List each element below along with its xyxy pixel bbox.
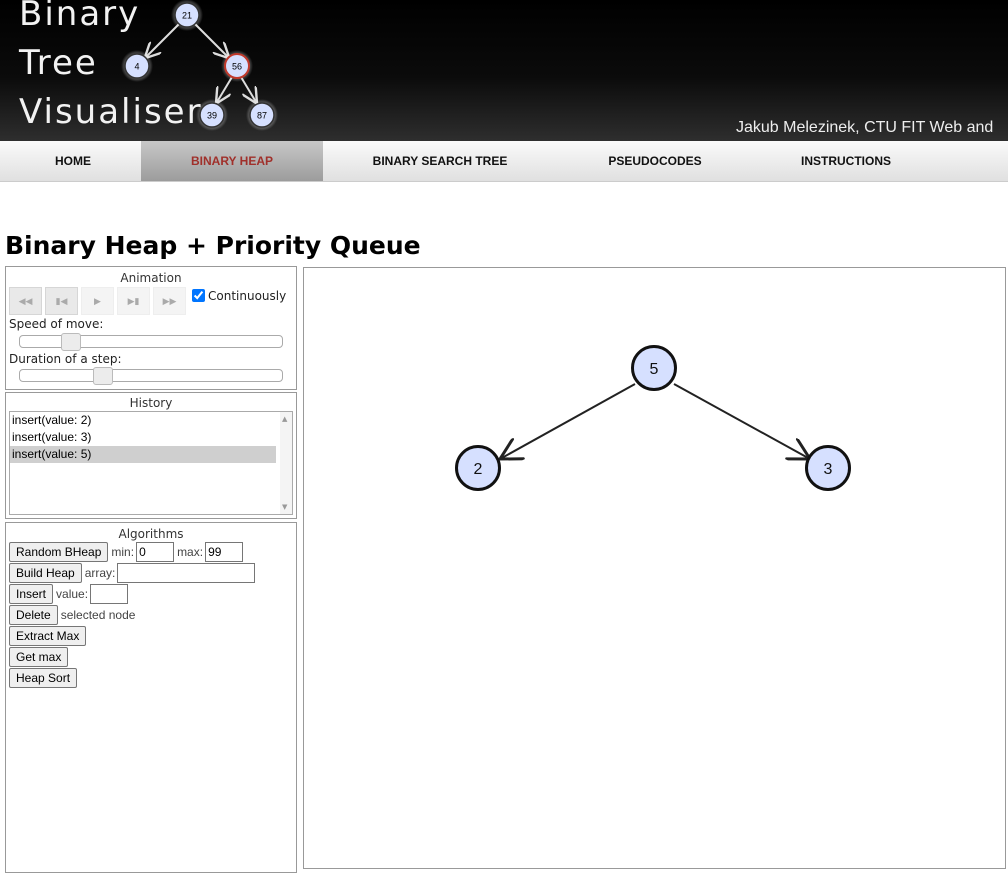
duration-slider[interactable] bbox=[19, 367, 283, 385]
logo-node-label: 87 bbox=[257, 111, 267, 121]
nav-binary-heap[interactable]: BINARY HEAP bbox=[141, 141, 323, 181]
insert-row: Insert value: bbox=[9, 584, 129, 604]
duration-label: Duration of a step: bbox=[9, 352, 122, 366]
fast-forward-icon: ▶▶ bbox=[162, 297, 177, 307]
insert-button[interactable]: Insert bbox=[9, 584, 54, 604]
max-input[interactable] bbox=[205, 542, 244, 562]
min-label: min: bbox=[111, 545, 135, 559]
extract-row: Extract Max bbox=[9, 626, 87, 646]
edge-root-left bbox=[500, 383, 636, 459]
step-forward-button[interactable]: ▶▮ bbox=[117, 287, 150, 315]
page-title: Binary Heap + Priority Queue bbox=[5, 231, 421, 260]
main-nav: HOME BINARY HEAP BINARY SEARCH TREE PSEU… bbox=[0, 141, 1008, 182]
heap-node-label: 5 bbox=[650, 361, 659, 378]
site-header: Binary Tree Visualiser 21 4 56 39 87 Jak… bbox=[0, 0, 1008, 141]
logo-node-label: 4 bbox=[134, 62, 139, 72]
delete-button[interactable]: Delete bbox=[9, 605, 58, 625]
rewind-icon: ◀◀ bbox=[18, 297, 33, 307]
history-item[interactable]: insert(value: 3) bbox=[10, 429, 276, 446]
step-back-icon: ▮◀ bbox=[55, 297, 68, 307]
nav-home[interactable]: HOME bbox=[0, 141, 146, 181]
speed-label: Speed of move: bbox=[9, 317, 104, 331]
build-row: Build Heap array: bbox=[9, 563, 256, 583]
fast-forward-button[interactable]: ▶▶ bbox=[153, 287, 186, 315]
logo-node-label: 21 bbox=[182, 11, 192, 21]
animation-title: Animation bbox=[120, 271, 182, 285]
duration-slider-thumb[interactable] bbox=[93, 367, 113, 385]
getmax-row: Get max bbox=[9, 647, 69, 667]
delete-row: Delete selected node bbox=[9, 605, 137, 625]
logo-node-56: 56 bbox=[221, 50, 253, 82]
logo-node-label: 56 bbox=[232, 62, 242, 72]
logo-node-39: 39 bbox=[196, 99, 228, 131]
heapsort-row: Heap Sort bbox=[9, 668, 78, 688]
heap-sort-button[interactable]: Heap Sort bbox=[9, 668, 78, 688]
random-bheap-button[interactable]: Random BHeap bbox=[9, 542, 109, 562]
continuously-label: Continuously bbox=[208, 289, 287, 303]
play-button[interactable]: ▶ bbox=[81, 287, 114, 315]
step-back-button[interactable]: ▮◀ bbox=[45, 287, 78, 315]
min-input[interactable] bbox=[136, 542, 175, 562]
history-item[interactable]: insert(value: 5) bbox=[10, 446, 276, 463]
value-input[interactable] bbox=[90, 584, 129, 604]
logo-node-21: 21 bbox=[171, 0, 203, 31]
edge-root-right bbox=[673, 383, 810, 459]
heap-node-label: 2 bbox=[474, 461, 483, 478]
play-icon: ▶ bbox=[94, 297, 101, 307]
logo-node-87: 87 bbox=[246, 99, 278, 131]
heap-node-right[interactable]: 3 bbox=[805, 445, 851, 491]
nav-instructions[interactable]: INSTRUCTIONS bbox=[770, 141, 922, 181]
delete-note: selected node bbox=[60, 608, 136, 622]
history-scrollbar[interactable]: ▲ ▼ bbox=[280, 412, 292, 514]
history-panel: History insert(value: 2) insert(value: 3… bbox=[5, 392, 297, 519]
step-forward-icon: ▶▮ bbox=[127, 297, 140, 307]
nav-binary-search-tree[interactable]: BINARY SEARCH TREE bbox=[345, 141, 535, 181]
nav-pseudocodes[interactable]: PSEUDOCODES bbox=[575, 141, 735, 181]
array-input[interactable] bbox=[117, 563, 256, 583]
scroll-up-icon[interactable]: ▲ bbox=[282, 415, 287, 423]
logo-tree-graphic: 21 4 56 39 87 bbox=[121, 0, 278, 131]
value-label: value: bbox=[56, 587, 89, 601]
heap-node-left[interactable]: 2 bbox=[455, 445, 501, 491]
array-label: array: bbox=[84, 566, 116, 580]
get-max-button[interactable]: Get max bbox=[9, 647, 69, 667]
speed-slider-thumb[interactable] bbox=[61, 333, 81, 351]
logo-node-4: 4 bbox=[121, 50, 153, 82]
random-row: Random BHeapmin: max: bbox=[9, 542, 244, 562]
heap-graph: 5 2 3 bbox=[455, 345, 851, 491]
algorithms-panel: Algorithms Random BHeapmin: max: Build He… bbox=[5, 522, 297, 873]
max-label: max: bbox=[177, 545, 204, 559]
heap-canvas[interactable]: 5 2 3 bbox=[303, 267, 1006, 869]
rewind-button[interactable]: ◀◀ bbox=[9, 287, 42, 315]
heap-node-root[interactable]: 5 bbox=[631, 345, 677, 391]
heap-node-label: 3 bbox=[824, 461, 833, 478]
build-heap-button[interactable]: Build Heap bbox=[9, 563, 82, 583]
continuously-toggle[interactable]: Continuously bbox=[192, 289, 286, 303]
author-tagline: Jakub Melezinek, CTU FIT Web and bbox=[736, 119, 994, 136]
continuously-checkbox[interactable] bbox=[192, 289, 205, 302]
animation-panel: Animation ◀◀ ▮◀ ▶ ▶▮ ▶▶ Continuously Spe… bbox=[5, 266, 297, 390]
extract-max-button[interactable]: Extract Max bbox=[9, 626, 87, 646]
speed-slider[interactable] bbox=[19, 333, 283, 351]
history-item[interactable]: insert(value: 2) bbox=[10, 412, 276, 429]
logo-node-label: 39 bbox=[207, 111, 217, 121]
history-title: History bbox=[129, 396, 173, 410]
algorithms-title: Algorithms bbox=[118, 527, 184, 541]
scroll-down-icon[interactable]: ▼ bbox=[282, 503, 287, 511]
history-list[interactable]: insert(value: 2) insert(value: 3) insert… bbox=[9, 411, 293, 515]
